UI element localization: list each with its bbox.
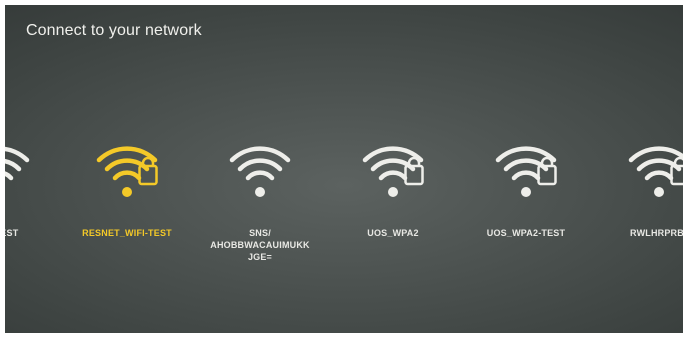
network-name: SNS/ AHOBBWACAUIMUKK JGE=: [210, 228, 310, 262]
network-name: UOS_WPA2: [367, 228, 419, 238]
network-name: FI-TEST: [5, 228, 19, 238]
network-name: RESNET_WIFI-TEST: [82, 228, 172, 238]
network-item-sns[interactable]: SNS/ AHOBBWACAUIMUKK JGE=: [196, 133, 324, 283]
network-item-uos-wpa2[interactable]: UOS_WPA2: [329, 133, 457, 283]
network-item-resnet-wifi-test[interactable]: RESNET_WIFI-TEST: [63, 133, 191, 283]
wifi-icon: [96, 146, 158, 197]
wifi-icon: [495, 146, 557, 197]
network-name: RWLHRPRB: [630, 228, 683, 238]
network-item-rwlhrprb[interactable]: RWLHRPRB: [595, 133, 683, 283]
network-name: UOS_WPA2-TEST: [486, 228, 566, 238]
network-item-uos-wpa2-test[interactable]: UOS_WPA2-TEST: [462, 133, 590, 283]
page-title: Connect to your network: [26, 22, 202, 39]
network-item-fi-test[interactable]: FI-TEST: [5, 133, 63, 283]
tv-screen: Connect to your network FI-TEST: [5, 5, 683, 333]
wifi-icon: [229, 146, 291, 197]
wifi-icon: [628, 146, 683, 197]
wifi-icon: [362, 146, 424, 197]
wifi-icon: [5, 146, 30, 181]
